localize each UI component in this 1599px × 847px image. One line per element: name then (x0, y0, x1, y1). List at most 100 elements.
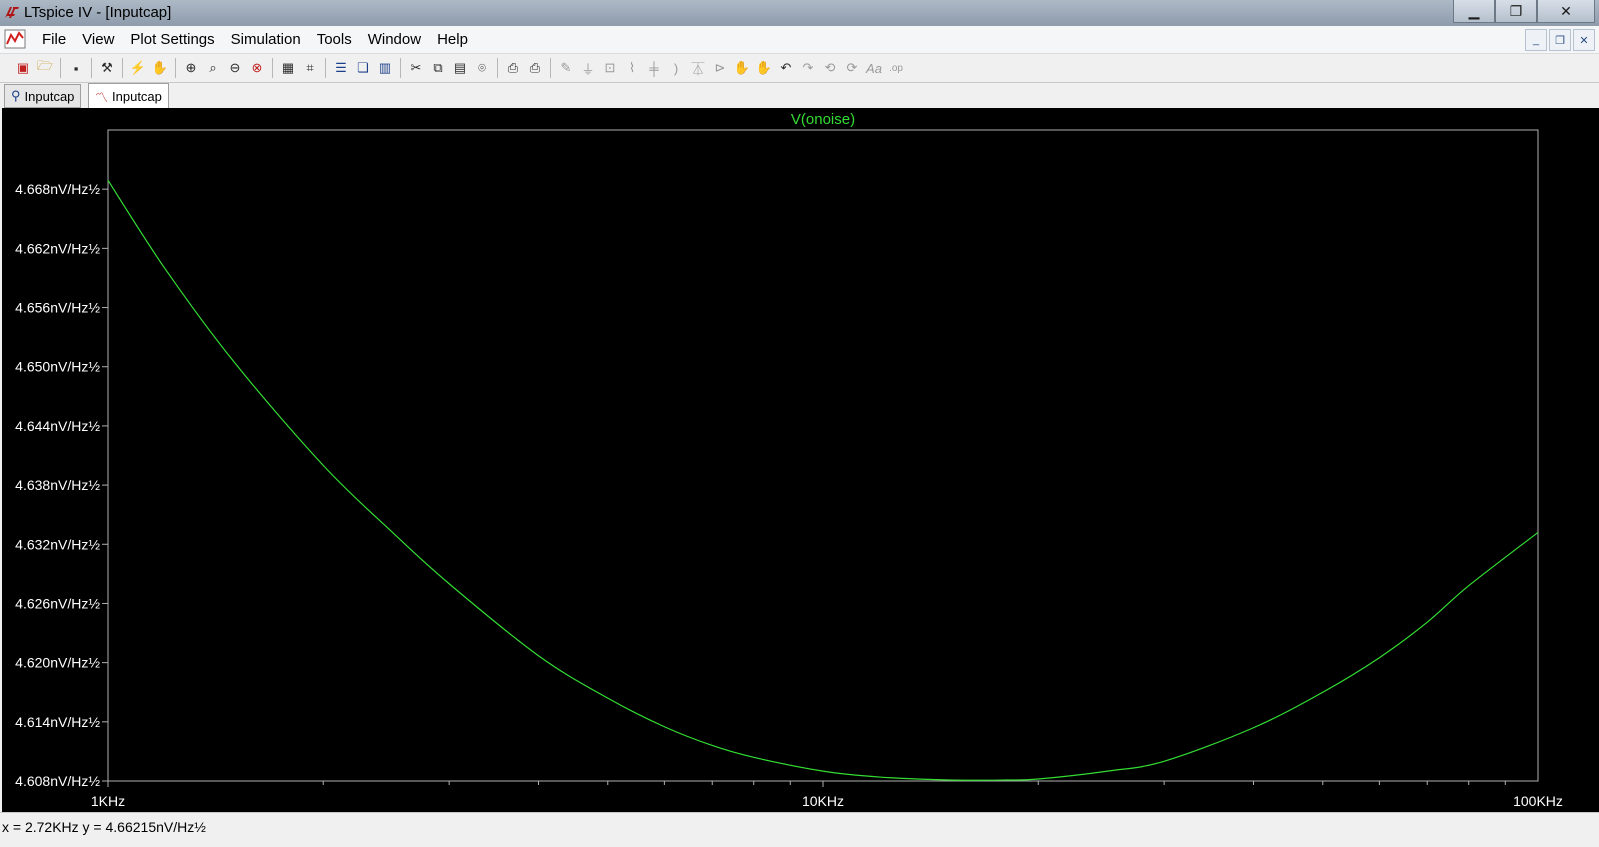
draw-wire-button[interactable]: ✎ (555, 57, 577, 79)
y-tick-label: 4.632nV/Hz½ (15, 536, 100, 552)
drag-hand-icon: ✋ (755, 60, 773, 75)
menu-view[interactable]: View (74, 30, 122, 50)
spice-directive-icon: .op (889, 62, 903, 74)
zoom-out-button[interactable]: ⊖ (224, 57, 246, 79)
pick-traces-button[interactable]: ⌗ (299, 57, 321, 79)
diode-icon: ⏄ (691, 61, 705, 77)
restore-icon: ❐ (1555, 34, 1565, 47)
pan-button[interactable]: ⌕ (202, 57, 224, 79)
open-folder-icon: 🗁 (36, 58, 54, 73)
save-icon: ▪ (73, 60, 79, 76)
run-button[interactable]: ⚡ (127, 57, 149, 79)
mdi-minimize-button[interactable]: _ (1525, 29, 1547, 51)
print-preview-icon: ⎙ (507, 60, 519, 75)
tile-horizontal-button[interactable]: ☰ (330, 57, 352, 79)
y-tick-label: 4.626nV/Hz½ (15, 595, 100, 611)
hammer-icon: ⚒ (101, 60, 113, 75)
new-schematic-icon: ▣ (16, 60, 30, 75)
find-button[interactable]: ⌾ (471, 57, 493, 79)
tile-vertical-button[interactable]: ▥ (374, 57, 396, 79)
menu-file[interactable]: File (34, 30, 74, 50)
tab-label: Inputcap (112, 88, 162, 104)
undo-button[interactable]: ↶ (775, 57, 797, 79)
run-icon: ⚡ (129, 60, 147, 75)
save-button[interactable]: ▪ (65, 57, 87, 79)
minimize-icon: ▁ (1468, 2, 1480, 19)
minimize-button[interactable]: ▁ (1453, 0, 1495, 23)
control-panel-button[interactable]: ⚒ (96, 57, 118, 79)
capacitor-button[interactable]: ╪ (643, 57, 665, 79)
zoom-in-button[interactable]: ⊕ (180, 57, 202, 79)
label-net-icon: ⊡ (604, 60, 616, 75)
menu-bar: File View Plot Settings Simulation Tools Wind… (0, 26, 1599, 54)
pick-traces-icon: ⌗ (306, 60, 314, 75)
ltspice-logo-icon (5, 7, 19, 18)
x-tick-label: 10KHz (802, 793, 844, 809)
hand-icon: ✋ (151, 60, 169, 75)
menu-tools[interactable]: Tools (309, 30, 360, 50)
move-button[interactable]: ✋ (731, 57, 753, 79)
component-icon: ⊳ (714, 60, 726, 75)
title-bar: LTspice IV - [Inputcap] ▁ ❐ ✕ (0, 0, 1599, 26)
autorange-button[interactable]: ▦ (277, 57, 299, 79)
new-schematic-button[interactable]: ▣ (12, 57, 34, 79)
rotate-button[interactable]: ⟲ (819, 57, 841, 79)
paste-button[interactable]: ▤ (449, 57, 471, 79)
spice-directive-button[interactable]: .op (885, 57, 907, 79)
menu-simulation[interactable]: Simulation (223, 30, 309, 50)
menu-help[interactable]: Help (429, 30, 476, 50)
redo-button[interactable]: ↷ (797, 57, 819, 79)
menu-plot-settings[interactable]: Plot Settings (122, 30, 222, 50)
toolbar-separator (175, 58, 176, 78)
waveform-plot-pane[interactable]: V(onoise) 4.668nV/Hz½ 4.662nV/Hz½ 4.656nV/… (2, 108, 1599, 812)
label-net-button[interactable]: ⊡ (599, 57, 621, 79)
waveform-icon: 〽 (95, 89, 109, 105)
zoom-in-icon: ⊕ (185, 60, 197, 75)
y-tick-label: 4.650nV/Hz½ (15, 359, 100, 375)
zoom-cancel-button[interactable]: ⊗ (246, 57, 268, 79)
halt-button[interactable]: ✋ (149, 57, 171, 79)
copy-button[interactable]: ⧉ (427, 57, 449, 79)
maximize-button[interactable]: ❐ (1495, 0, 1537, 23)
ground-button[interactable]: ⏚ (577, 57, 599, 79)
y-tick-label: 4.656nV/Hz½ (15, 300, 100, 316)
rotate-icon: ⟲ (824, 60, 836, 75)
y-tick-label: 4.644nV/Hz½ (15, 418, 100, 434)
cascade-button[interactable]: ❏ (352, 57, 374, 79)
print-button[interactable]: ⎙ (524, 57, 546, 79)
toolbar: ▣ 🗁 ▪ ⚒ ⚡ ✋ ⊕ ⌕ ⊖ ⊗ ▦ ⌗ ☰ ❏ ▥ ✂ ⧉ ▤ ⌾ ⎙ … (0, 54, 1599, 83)
print-preview-button[interactable]: ⎙ (502, 57, 524, 79)
mirror-button[interactable]: ⟳ (841, 57, 863, 79)
zoom-out-icon: ⊖ (229, 60, 241, 75)
window-title: LTspice IV - [Inputcap] (24, 4, 172, 21)
toolbar-separator (550, 58, 551, 78)
restore-icon: ❐ (1509, 2, 1523, 19)
tab-schematic[interactable]: ⚲ Inputcap (4, 84, 82, 108)
toolbar-separator (325, 58, 326, 78)
drag-button[interactable]: ✋ (753, 57, 775, 79)
mdi-restore-button[interactable]: ❐ (1549, 29, 1571, 51)
noise-chart[interactable]: V(onoise) 4.668nV/Hz½ 4.662nV/Hz½ 4.656nV/… (2, 108, 1599, 812)
cut-button[interactable]: ✂ (405, 57, 427, 79)
y-tick-label: 4.620nV/Hz½ (15, 655, 100, 671)
component-button[interactable]: ⊳ (709, 57, 731, 79)
close-icon: ✕ (1579, 34, 1589, 47)
diode-button[interactable]: ⏄ (687, 57, 709, 79)
autorange-icon: ▦ (281, 60, 295, 75)
waveform-window-icon[interactable] (4, 29, 26, 49)
resistor-button[interactable]: ⌇ (621, 57, 643, 79)
toolbar-separator (400, 58, 401, 78)
mdi-close-button[interactable]: ✕ (1573, 29, 1595, 51)
text-button[interactable]: Aa (863, 57, 885, 79)
menu-window[interactable]: Window (360, 30, 429, 50)
schematic-icon: ⚲ (11, 88, 21, 103)
ground-icon: ⏚ (581, 61, 595, 77)
plot-frame (107, 129, 1539, 782)
inductor-button[interactable]: ) (665, 57, 687, 79)
tab-waveform[interactable]: 〽 Inputcap (88, 83, 169, 108)
trace-v-onoise[interactable] (107, 179, 1539, 781)
trace-title[interactable]: V(onoise) (791, 111, 855, 128)
close-button[interactable]: ✕ (1537, 0, 1595, 23)
open-button[interactable]: 🗁 (34, 57, 56, 79)
magnifier-icon: ⌕ (209, 60, 217, 75)
